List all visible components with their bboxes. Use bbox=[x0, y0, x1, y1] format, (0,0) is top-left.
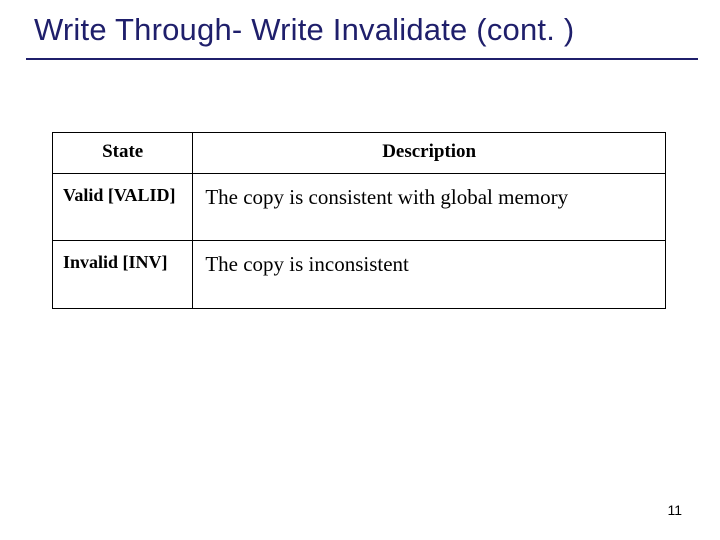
page-number: 11 bbox=[667, 502, 682, 518]
state-cell-valid: Valid [VALID] bbox=[53, 174, 193, 241]
table-row: Valid [VALID] The copy is consistent wit… bbox=[53, 174, 666, 241]
page-title: Write Through- Write Invalidate (cont. ) bbox=[34, 12, 700, 48]
table-row: Invalid [INV] The copy is inconsistent bbox=[53, 241, 666, 308]
states-table: State Description Valid [VALID] The copy… bbox=[52, 132, 666, 309]
slide: Write Through- Write Invalidate (cont. )… bbox=[0, 0, 720, 540]
col-header-description: Description bbox=[193, 133, 666, 174]
desc-cell-invalid: The copy is inconsistent bbox=[193, 241, 666, 308]
title-underline bbox=[26, 58, 698, 60]
state-cell-invalid: Invalid [INV] bbox=[53, 241, 193, 308]
col-header-state: State bbox=[53, 133, 193, 174]
table-header-row: State Description bbox=[53, 133, 666, 174]
desc-cell-valid: The copy is consistent with global memor… bbox=[193, 174, 666, 241]
